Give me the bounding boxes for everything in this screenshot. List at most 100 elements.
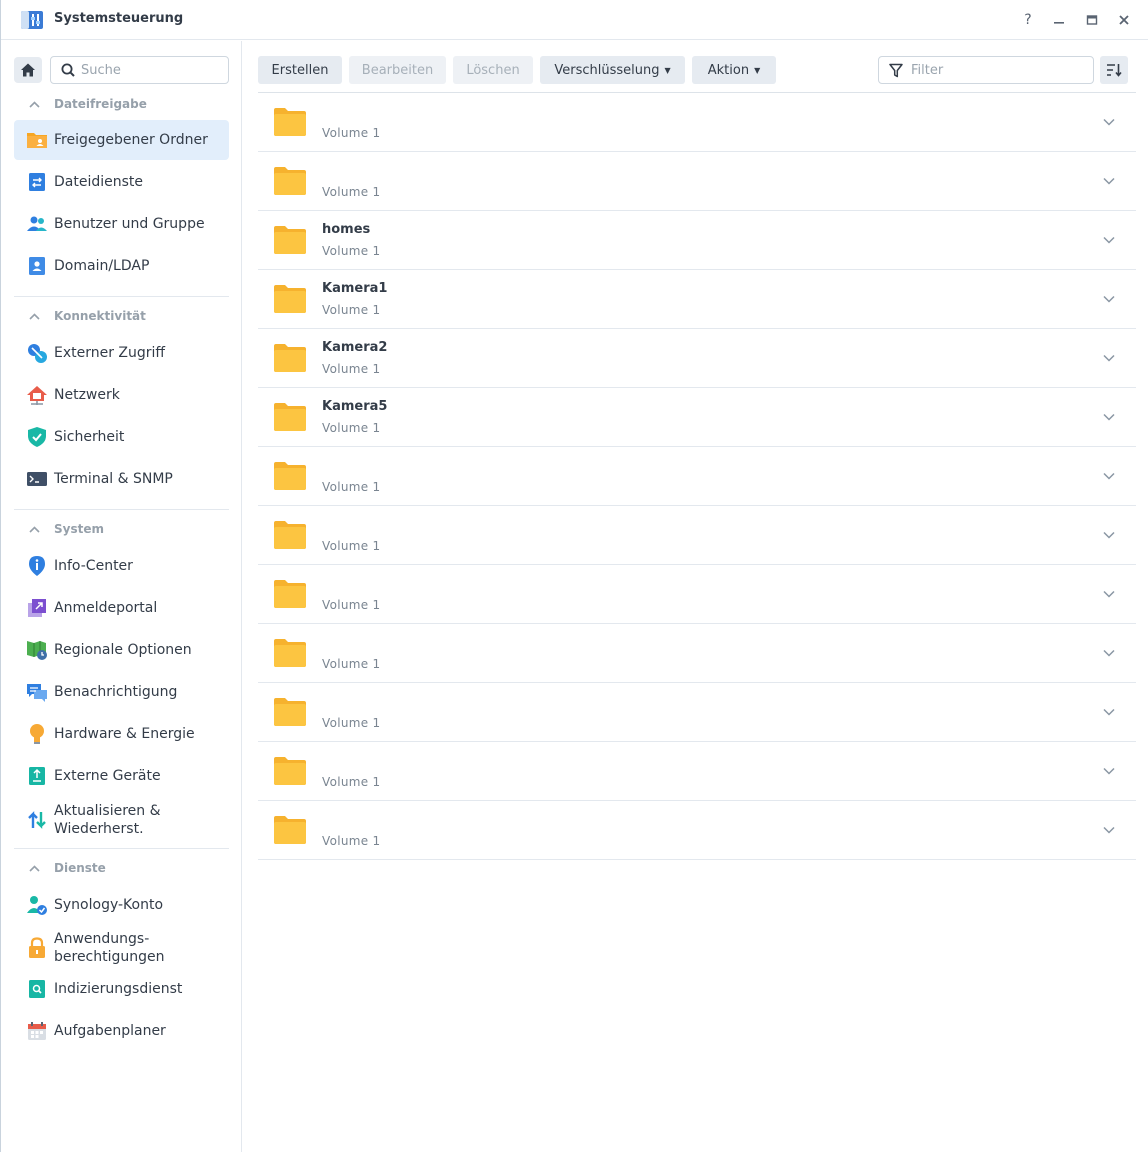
sidebar-item-users[interactable]: Benutzer und Gruppe bbox=[14, 204, 229, 244]
maximize-icon bbox=[1086, 15, 1098, 25]
sidebar-item-regional[interactable]: Regionale Optionen bbox=[14, 630, 229, 670]
domain-icon bbox=[29, 257, 45, 275]
network-icon bbox=[27, 386, 47, 405]
folder-row[interactable]: Volume 1 bbox=[258, 447, 1136, 506]
section-dienste[interactable]: Dienste bbox=[14, 857, 229, 879]
expand-button[interactable] bbox=[1102, 292, 1116, 306]
bulb-icon bbox=[30, 724, 44, 744]
caret-down-icon: ▼ bbox=[754, 65, 761, 75]
sort-button[interactable] bbox=[1100, 56, 1128, 84]
folder-volume: Volume 1 bbox=[322, 362, 381, 376]
sidebar-item-shared-folder[interactable]: Freigegebener Ordner bbox=[14, 120, 229, 160]
info-icon bbox=[29, 556, 45, 576]
chevron-down-icon bbox=[1103, 118, 1115, 126]
sidebar-item-label: Synology-Konto bbox=[54, 897, 164, 913]
sidebar-item-security[interactable]: Sicherheit bbox=[14, 417, 229, 457]
minimize-icon bbox=[1054, 22, 1064, 24]
control-panel-window: Systemsteuerung ? Dateifreiga bbox=[0, 0, 1148, 1152]
external-devices-icon bbox=[29, 767, 45, 785]
folder-volume: Volume 1 bbox=[322, 185, 381, 199]
close-icon bbox=[1119, 15, 1129, 25]
chevron-down-icon bbox=[1103, 531, 1115, 539]
search-input[interactable] bbox=[81, 62, 221, 78]
delete-button[interactable]: Löschen bbox=[453, 56, 533, 84]
sidebar-item-external-devices[interactable]: Externe Geräte bbox=[14, 756, 229, 796]
sidebar-item-network[interactable]: Netzwerk bbox=[14, 375, 229, 415]
sidebar-item-label: Freigegebener Ordner bbox=[54, 132, 208, 148]
expand-button[interactable] bbox=[1102, 469, 1116, 483]
sidebar-item-task-scheduler[interactable]: Aufgabenplaner bbox=[14, 1011, 229, 1051]
folder-row[interactable]: Volume 1 bbox=[258, 624, 1136, 683]
notification-icon bbox=[27, 684, 47, 702]
folder-row[interactable]: Volume 1 bbox=[258, 506, 1136, 565]
sidebar-item-notification[interactable]: Benachrichtigung bbox=[14, 672, 229, 712]
folder-row[interactable]: Volume 1 bbox=[258, 565, 1136, 624]
sidebar-item-label: Benutzer und Gruppe bbox=[54, 216, 205, 232]
folder-icon bbox=[274, 403, 306, 431]
action-dropdown[interactable]: Aktion ▼ bbox=[692, 56, 776, 84]
chevron-down-icon bbox=[1103, 826, 1115, 834]
expand-button[interactable] bbox=[1102, 115, 1116, 129]
chevron-down-icon bbox=[1103, 767, 1115, 775]
encryption-dropdown[interactable]: Verschlüsselung ▼ bbox=[540, 56, 685, 84]
sidebar-item-label: Hardware & Energie bbox=[54, 726, 195, 742]
sidebar-item-update[interactable]: Aktualisieren & Wiederherst. bbox=[14, 798, 229, 842]
folder-row[interactable]: Kamera2 Volume 1 bbox=[258, 329, 1136, 388]
folder-row[interactable]: Volume 1 bbox=[258, 742, 1136, 801]
help-button[interactable]: ? bbox=[1018, 10, 1038, 30]
window-title: Systemsteuerung bbox=[54, 11, 184, 26]
folder-row[interactable]: Volume 1 bbox=[258, 801, 1136, 860]
folder-volume: Volume 1 bbox=[322, 716, 381, 730]
sidebar-item-label: Netzwerk bbox=[54, 387, 120, 403]
sidebar-item-login-portal[interactable]: Anmeldeportal bbox=[14, 588, 229, 628]
folder-row[interactable]: Volume 1 bbox=[258, 683, 1136, 742]
home-button[interactable] bbox=[14, 57, 42, 83]
folder-icon bbox=[274, 226, 306, 254]
expand-button[interactable] bbox=[1102, 823, 1116, 837]
maximize-button[interactable] bbox=[1082, 10, 1102, 30]
sidebar-item-label: Aktualisieren & Wiederherst. bbox=[54, 803, 161, 837]
filter-box[interactable] bbox=[878, 56, 1094, 84]
expand-button[interactable] bbox=[1102, 174, 1116, 188]
folder-row[interactable]: Kamera1 Volume 1 bbox=[258, 270, 1136, 329]
section-label: System bbox=[54, 522, 104, 536]
expand-button[interactable] bbox=[1102, 764, 1116, 778]
expand-button[interactable] bbox=[1102, 410, 1116, 424]
filter-input[interactable] bbox=[911, 62, 1081, 78]
expand-button[interactable] bbox=[1102, 646, 1116, 660]
folder-row[interactable]: Volume 1 bbox=[258, 93, 1136, 152]
create-button[interactable]: Erstellen bbox=[258, 56, 342, 84]
sidebar-item-domain[interactable]: Domain/LDAP bbox=[14, 246, 229, 286]
edit-button[interactable]: Bearbeiten bbox=[349, 56, 446, 84]
folder-row[interactable]: Kamera5 Volume 1 bbox=[258, 388, 1136, 447]
sidebar-item-terminal[interactable]: Terminal & SNMP bbox=[14, 459, 229, 499]
sidebar-item-info-center[interactable]: Info-Center bbox=[14, 546, 229, 586]
sidebar-item-app-permissions[interactable]: Anwendungs-berechtigungen bbox=[14, 926, 229, 970]
sidebar-item-synology-account[interactable]: Synology-Konto bbox=[14, 885, 229, 925]
calendar-icon bbox=[28, 1022, 46, 1040]
chevron-down-icon bbox=[1103, 295, 1115, 303]
folder-row[interactable]: homes Volume 1 bbox=[258, 211, 1136, 270]
section-label: Dateifreigabe bbox=[54, 97, 147, 111]
close-button[interactable] bbox=[1114, 10, 1134, 30]
expand-button[interactable] bbox=[1102, 351, 1116, 365]
expand-button[interactable] bbox=[1102, 528, 1116, 542]
sidebar-item-file-services[interactable]: Dateidienste bbox=[14, 162, 229, 202]
sidebar-item-label: Sicherheit bbox=[54, 429, 125, 445]
folder-volume: Volume 1 bbox=[322, 657, 381, 671]
sidebar-item-label: Aufgabenplaner bbox=[54, 1023, 166, 1039]
shield-icon bbox=[28, 427, 46, 447]
expand-button[interactable] bbox=[1102, 233, 1116, 247]
sidebar-item-indexing[interactable]: Indizierungsdienst bbox=[14, 969, 229, 1009]
folder-row[interactable]: Volume 1 bbox=[258, 152, 1136, 211]
sidebar-item-external-access[interactable]: Externer Zugriff bbox=[14, 333, 229, 373]
expand-button[interactable] bbox=[1102, 705, 1116, 719]
expand-button[interactable] bbox=[1102, 587, 1116, 601]
section-konnektivitaet[interactable]: Konnektivität bbox=[14, 305, 229, 327]
search-box[interactable] bbox=[50, 56, 229, 84]
section-system[interactable]: System bbox=[14, 518, 229, 540]
minimize-button[interactable] bbox=[1049, 10, 1069, 30]
sidebar-item-label: Info-Center bbox=[54, 558, 133, 574]
sidebar-item-hardware[interactable]: Hardware & Energie bbox=[14, 714, 229, 754]
section-dateifreigabe[interactable]: Dateifreigabe bbox=[14, 93, 229, 115]
